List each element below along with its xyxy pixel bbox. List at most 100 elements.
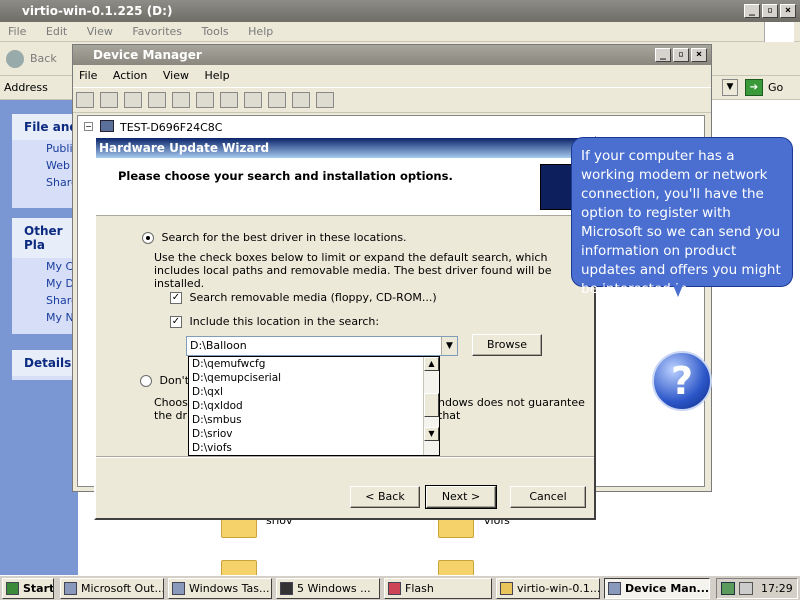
details-panel: Details [12,350,78,380]
address-label: Address [4,81,48,94]
taskbar-item-label: Device Man... [625,582,710,595]
other-places-title[interactable]: Other Pla [12,218,78,258]
dropdown-scrollbar[interactable]: ▲ ▼ [423,357,439,455]
task-share[interactable]: Share [12,174,78,191]
cancel-button[interactable]: Cancel [510,486,586,508]
disable-icon[interactable] [292,92,310,108]
list-item[interactable]: D:\qxldod [189,399,439,413]
app-icon [388,582,401,595]
dm-menu-action[interactable]: Action [107,65,153,87]
removable-media-label[interactable]: Search removable media (floppy, CD-ROM..… [190,291,437,304]
maximize-button[interactable]: ▫ [762,4,778,18]
info-balloon: If your computer has a working modem or … [571,137,793,297]
minimize-button[interactable]: _ [655,48,671,62]
dm-menu-file[interactable]: File [73,65,103,87]
taskbar-item-windows-group[interactable]: 5 Windows ... [276,578,380,599]
enable-icon[interactable] [316,92,334,108]
menu-tools[interactable]: Tools [194,22,237,42]
menu-edit[interactable]: Edit [38,22,75,42]
search-best-driver-label[interactable]: Search for the best driver in these loca… [162,231,407,244]
list-item[interactable]: D:\qemupciserial [189,371,439,385]
device-manager-caption-buttons: _ ▫ × [655,48,707,62]
back-button-label[interactable]: Back [30,52,57,65]
dont-search-row[interactable]: Don't [140,374,189,387]
back-button[interactable]: < Back [350,486,420,508]
maximize-button[interactable]: ▫ [673,48,689,62]
back-arrow-icon[interactable] [76,92,94,108]
details-title[interactable]: Details [12,350,78,376]
forward-arrow-icon[interactable] [100,92,118,108]
location-input[interactable]: D:\Balloon [190,339,247,352]
menu-favorites[interactable]: Favorites [124,22,190,42]
taskbar-item-device-manager[interactable]: Device Man... [604,578,710,599]
wizard-header: Please choose your search and installati… [96,158,594,216]
scan-hardware-icon[interactable] [220,92,238,108]
address-dropdown-button[interactable]: ▼ [722,79,738,96]
taskbar-item-explorer[interactable]: virtio-win-0.1... [496,578,600,599]
include-location-label[interactable]: Include this location in the search: [190,315,380,328]
print-icon[interactable] [172,92,190,108]
dont-search-label[interactable]: Don't [160,374,190,387]
menu-file[interactable]: File [0,22,34,42]
app-icon [608,582,621,595]
explorer-title: virtio-win-0.1.225 (D:) [22,4,173,18]
scroll-up-icon[interactable]: ▲ [424,357,439,371]
list-item[interactable]: D:\smbus [189,413,439,427]
back-arrow-icon[interactable] [6,50,24,68]
taskbar-item-flash[interactable]: Flash [384,578,492,599]
console-tree-icon[interactable] [124,92,142,108]
removable-media-checkbox[interactable]: ✓ [170,292,182,304]
place-my-documents[interactable]: My D [12,275,78,292]
include-location-checkbox[interactable]: ✓ [170,316,182,328]
place-my-network[interactable]: My N [12,309,78,326]
explorer-title-bar: virtio-win-0.1.225 (D:) _ ▫ × [0,0,800,22]
windows-flag-icon [6,582,19,595]
taskbar: Start Microsoft Out... Windows Tas... 5 … [0,575,800,600]
task-publish[interactable]: Publis [12,140,78,157]
dm-menu-view[interactable]: View [157,65,195,87]
go-arrow-icon[interactable]: ➔ [745,79,763,96]
include-location-row[interactable]: ✓ Include this location in the search: [170,315,379,328]
list-item[interactable]: D:\sriov [189,427,439,441]
properties-icon[interactable] [148,92,166,108]
update-driver-icon[interactable] [244,92,262,108]
device-manager-toolbar [73,87,711,113]
minimize-button[interactable]: _ [744,4,760,18]
close-button[interactable]: × [691,48,707,62]
place-shared[interactable]: Share [12,292,78,309]
expand-collapse-icon[interactable]: − [84,122,93,131]
device-manager-title: Device Manager [93,48,202,62]
tray-network-icon[interactable] [721,582,735,595]
chevron-down-icon[interactable]: ▼ [441,337,457,355]
help-question-icon[interactable]: ? [652,351,712,411]
place-my-computer[interactable]: My C [12,258,78,275]
menu-view[interactable]: View [79,22,121,42]
list-item[interactable]: D:\viofs [189,441,439,455]
uninstall-icon[interactable] [268,92,286,108]
tray-volume-icon[interactable] [739,582,753,595]
location-combobox[interactable]: D:\Balloon ▼ [186,336,458,356]
computer-icon [100,120,114,132]
search-option-row[interactable]: Search for the best driver in these loca… [142,231,407,244]
help-icon[interactable] [196,92,214,108]
taskbar-item-outlook[interactable]: Microsoft Out... [60,578,164,599]
next-button[interactable]: Next > [425,485,497,509]
dont-search-radio[interactable] [140,375,152,387]
browse-button[interactable]: Browse [472,334,542,356]
taskbar-item-task-manager[interactable]: Windows Tas... [168,578,272,599]
removable-media-row[interactable]: ✓ Search removable media (floppy, CD-ROM… [170,291,437,304]
dm-menu-help[interactable]: Help [198,65,235,87]
list-item[interactable]: D:\qxl [189,385,439,399]
device-tree-root[interactable]: TEST-D696F24C8C [120,121,222,134]
menu-help[interactable]: Help [240,22,281,42]
file-tasks-title[interactable]: File and [12,114,78,140]
list-item[interactable]: D:\qemufwcfg [189,357,439,371]
search-best-driver-radio[interactable] [142,232,154,244]
scroll-down-icon[interactable]: ▼ [424,427,439,441]
task-web[interactable]: Web [12,157,78,174]
close-button[interactable]: × [780,4,796,18]
start-button[interactable]: Start [2,578,54,599]
search-description: Use the check boxes below to limit or ex… [154,251,552,290]
go-label[interactable]: Go [768,81,783,94]
scrollbar-thumb[interactable] [424,393,439,417]
